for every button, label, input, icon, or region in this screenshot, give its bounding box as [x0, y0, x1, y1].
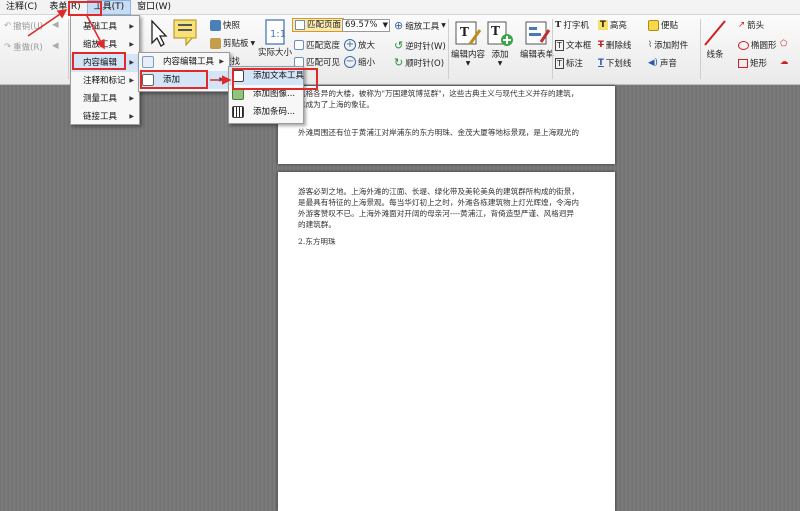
edit-form-icon: [525, 21, 551, 45]
strikeout-icon: T: [598, 40, 604, 50]
sound-button[interactable]: ◀) 声音: [648, 57, 677, 69]
rectangle-label: 矩形: [750, 59, 768, 69]
arrow-icon: ↗: [738, 20, 746, 30]
page1-line-2: 已成为了上海的象征。: [298, 100, 374, 109]
highlight-button[interactable]: T 高亮: [598, 19, 627, 31]
strikeout-label: 删除线: [605, 41, 632, 51]
pentagon-icon: ⬠: [780, 39, 788, 49]
callout-button[interactable]: T 标注: [555, 57, 583, 69]
ellipse-label: 椭圆形: [751, 41, 777, 51]
rectangle-icon: [738, 58, 748, 68]
add-label: 添加: [491, 50, 509, 60]
attach-label: 添加附件: [654, 41, 689, 51]
svg-text:T: T: [491, 24, 500, 38]
underline-icon: T: [598, 58, 604, 68]
callout-icon: T: [555, 57, 564, 69]
highlight-icon: T: [598, 20, 608, 30]
page2-line-4: 的建筑群。: [298, 220, 336, 229]
page2-line-2: 是最具有特征的上海景观。每当华灯初上之时，外滩各栋建筑物上灯光辉煌，令海内: [298, 198, 579, 207]
cloud-icon: ☁: [780, 57, 789, 67]
edit-content-button[interactable]: T 编辑内容 ▼: [451, 18, 485, 67]
page1-line-3: 外滩周围还有位于黄浦江对岸浦东的东方明珠、金茂大厦等地标景观，是上海观光的: [298, 128, 579, 137]
edit-form-button[interactable]: 编辑表单: [520, 18, 554, 60]
tools-menu-label: 链接工具: [83, 112, 118, 122]
separator: [448, 19, 449, 79]
paperclip-icon: ⌇: [648, 40, 653, 50]
callout-label: 标注: [565, 59, 583, 69]
line-label: 线条: [706, 50, 724, 60]
strikeout-button[interactable]: T 删除线: [598, 39, 631, 51]
underline-button[interactable]: T 下划线: [598, 57, 631, 69]
chevron-down-icon: ▼: [465, 60, 471, 67]
highlight-label: 高亮: [609, 21, 627, 31]
polygon-button[interactable]: ⬠: [780, 39, 787, 49]
red-arrow-to-content-edit: [85, 13, 105, 50]
document-workspace[interactable]: 风格各异的大楼，被称为"万国建筑博览群"，这些古典主义与现代主义并存的建筑， 已…: [0, 86, 800, 511]
separator: [700, 19, 701, 79]
zoom-out-button[interactable]: − 缩小: [344, 56, 375, 68]
note-button[interactable]: 便贴: [648, 19, 678, 31]
rotate-cw-icon: ↻: [394, 56, 404, 69]
typewriter-label: 打字机: [563, 21, 589, 31]
chevron-down-icon: ▼: [441, 22, 446, 29]
zoom-in-button[interactable]: + 放大: [344, 39, 375, 51]
barcode-icon: [232, 106, 244, 118]
zoom-out-icon: −: [344, 56, 356, 68]
edit-form-label: 编辑表单: [520, 50, 555, 60]
zoom-in-icon: +: [344, 39, 356, 51]
red-arrow-overlay: [27, 9, 232, 85]
typewriter-button[interactable]: T 打字机: [555, 19, 589, 31]
zoom-tool-button[interactable]: ⊕ 缩放工具 ▼: [394, 19, 446, 32]
page2-line-1: 游客必到之地。上海外滩的江面、长堤、绿化带及美轮美奂的建筑群所构成的街景，: [298, 187, 579, 196]
ellipse-icon: [738, 40, 749, 50]
submenu-label: 添加条码...: [253, 107, 296, 117]
zoom-tool-label: 缩放工具: [405, 21, 440, 32]
add-button[interactable]: T 添加 ▼: [486, 18, 514, 67]
page2-line-3: 外游客赞叹不已。上海外滩面对开阔的母亲河----黄浦江，背倚造型严谨、风格迥异: [298, 209, 575, 218]
line-icon: [704, 20, 726, 46]
zoom-select[interactable]: 69.57% ▼: [342, 19, 390, 32]
zoom-tool-icon: ⊕: [394, 19, 404, 32]
speaker-icon: ◀): [648, 58, 658, 68]
textbox-label: 文本框: [565, 41, 592, 51]
separator: [552, 19, 553, 79]
sticky-note-icon: [648, 19, 659, 31]
page1-line-1: 风格各异的大楼，被称为"万国建筑博览群"，这些古典主义与现代主义并存的建筑，: [298, 89, 579, 98]
zoom-in-label: 放大: [358, 41, 376, 51]
pdf-page-2: 游客必到之地。上海外滩的江面、长堤、绿化带及美轮美奂的建筑群所构成的街景， 是最…: [278, 172, 615, 511]
red-arrow-to-tools: [27, 9, 68, 37]
zoom-out-label: 缩小: [358, 58, 376, 68]
page2-heading: 2.东方明珠: [298, 237, 336, 246]
arrow-label: 箭头: [747, 21, 765, 31]
zoom-value: 69.57%: [345, 20, 378, 30]
arrow-button[interactable]: ↗ 箭头: [738, 19, 764, 31]
chevron-right-icon: ▶: [129, 113, 134, 120]
ellipse-button[interactable]: 椭圆形: [738, 39, 777, 51]
add-icon: T: [487, 21, 513, 46]
note-label: 便贴: [661, 21, 679, 31]
tools-menu-item-link[interactable]: 链接工具 ▶: [71, 108, 139, 126]
textbox-icon: T: [555, 39, 564, 51]
rotate-ccw-button[interactable]: ↺ 逆时针(W): [394, 39, 446, 52]
edit-content-label: 编辑内容: [451, 50, 486, 60]
cloud-button[interactable]: ☁: [780, 57, 789, 67]
svg-text:T: T: [460, 25, 469, 39]
rotate-ccw-icon: ↺: [394, 39, 404, 52]
rectangle-button[interactable]: 矩形: [738, 57, 767, 69]
submenu-item-add-barcode[interactable]: 添加条码...: [229, 103, 303, 121]
edit-content-icon: T: [455, 21, 482, 45]
textbox-button[interactable]: T 文本框: [555, 39, 591, 51]
sound-label: 声音: [659, 59, 677, 69]
rotate-ccw-label: 逆时针(W): [405, 41, 446, 52]
attach-button[interactable]: ⌇ 添加附件: [648, 39, 688, 51]
chevron-down-icon: ▼: [382, 21, 388, 29]
rotate-cw-button[interactable]: ↻ 顺时针(O): [394, 56, 444, 69]
line-button[interactable]: 线条: [702, 18, 728, 60]
typewriter-icon: T: [555, 20, 562, 30]
rotate-cw-label: 顺时针(O): [405, 58, 445, 69]
chevron-down-icon: ▼: [497, 60, 503, 67]
underline-label: 下划线: [605, 59, 632, 69]
